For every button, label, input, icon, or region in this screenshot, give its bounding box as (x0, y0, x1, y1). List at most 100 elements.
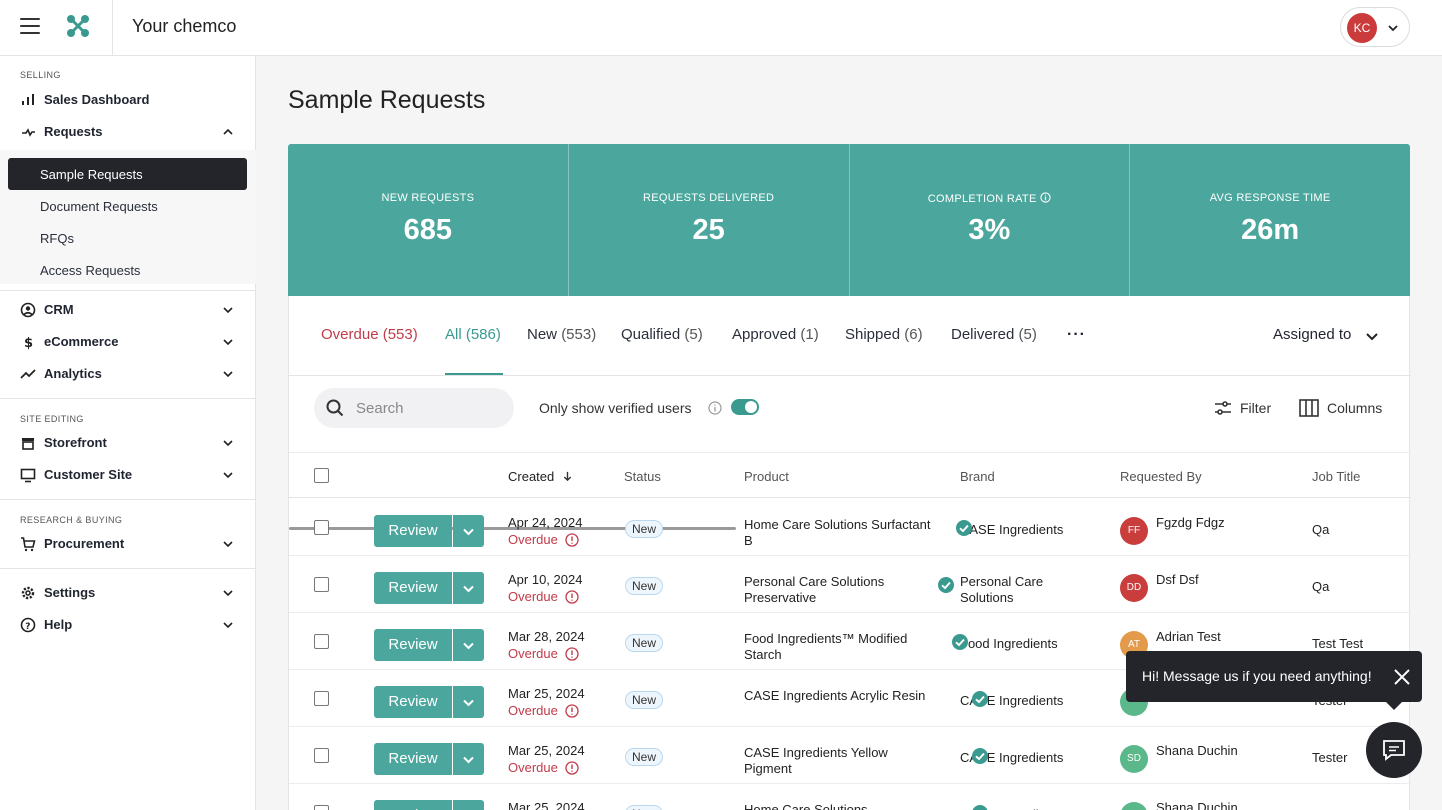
tab-delivered[interactable]: Delivered (5) (951, 326, 1037, 343)
storefront-icon (22, 438, 34, 450)
chevron-down-icon (223, 590, 233, 597)
row-checkbox[interactable] (314, 691, 329, 706)
sidebar-item-procurement[interactable]: Procurement (20, 532, 238, 556)
sidebar-item-customer-site[interactable]: Customer Site (20, 463, 238, 487)
tab-count: (6) (904, 326, 923, 343)
company-logo-icon[interactable] (64, 12, 92, 40)
info-icon[interactable] (1040, 192, 1051, 203)
review-dropdown-button[interactable] (453, 800, 484, 810)
assigned-to-dropdown[interactable]: Assigned to (1273, 326, 1351, 343)
tooltip-arrow (1386, 702, 1402, 710)
sidebar-subitem-rfqs[interactable]: RFQs (8, 222, 247, 254)
section-label-research-buying: RESEARCH & BUYING (20, 515, 123, 525)
hamburger-menu-icon[interactable] (20, 18, 40, 34)
row-checkbox[interactable] (314, 634, 329, 649)
columns-button[interactable]: Columns (1299, 398, 1389, 418)
search-input[interactable] (356, 398, 506, 418)
chevron-up-icon (223, 128, 233, 135)
review-dropdown-button[interactable] (453, 629, 484, 661)
sidebar-item-sales-dashboard[interactable]: Sales Dashboard (20, 88, 238, 112)
sidebar-subitem-access-requests[interactable]: Access Requests (8, 254, 247, 286)
sidebar-divider (0, 499, 256, 500)
section-label-site-editing: SITE EDITING (20, 414, 84, 424)
overdue-info-icon[interactable] (565, 761, 579, 775)
table-row[interactable]: ReviewMar 25, 2024OverdueNewHome Care So… (289, 784, 1411, 810)
requester-name[interactable]: Dsf Dsf (1156, 572, 1199, 587)
table-row[interactable]: Review Apr 24, 2024 Overdue New Home Care So… (289, 499, 1411, 556)
sidebar-item-crm[interactable]: CRM (20, 298, 238, 322)
tab-all[interactable]: All (586) (445, 326, 501, 343)
tab-qualified[interactable]: Qualified (5) (621, 326, 703, 343)
column-header-brand[interactable]: Brand (960, 469, 995, 484)
overdue-info-icon[interactable] (565, 704, 579, 718)
column-header-product[interactable]: Product (744, 469, 789, 484)
overdue-label: Overdue (508, 646, 558, 661)
tab-approved[interactable]: Approved (1) (732, 326, 819, 343)
requester-name[interactable]: Adrian Test (1156, 629, 1221, 644)
tab-overdue[interactable]: Overdue (553) (321, 326, 418, 343)
column-header-job-title[interactable]: Job Title (1312, 469, 1360, 484)
sidebar-subitem-sample-requests[interactable]: Sample Requests (8, 158, 247, 190)
sidebar-item-requests[interactable]: Requests (20, 120, 238, 144)
chevron-down-icon (1388, 25, 1398, 32)
overdue-info-icon[interactable] (565, 533, 579, 547)
user-menu-button[interactable]: KC (1340, 7, 1410, 47)
requester-name[interactable]: Fgzdg Fdgz (1156, 515, 1225, 530)
row-checkbox[interactable] (314, 577, 329, 592)
stat-label: NEW REQUESTS (381, 192, 475, 204)
chevron-down-icon[interactable] (1365, 329, 1379, 343)
verified-badge-icon (972, 691, 988, 707)
filter-label: Filter (1240, 400, 1272, 416)
job-title: Test Test (1312, 636, 1364, 651)
review-dropdown-button[interactable] (453, 572, 484, 604)
close-icon[interactable] (1393, 668, 1411, 686)
requests-panel: Overdue (553) All (586) New (553) Qualif… (288, 296, 1411, 810)
requester-name[interactable]: Shana Duchin (1156, 800, 1238, 810)
more-tabs-button[interactable]: ··· (1067, 326, 1086, 344)
row-checkbox[interactable] (314, 520, 329, 535)
sidebar-divider (0, 568, 256, 569)
sidebar-item-ecommerce[interactable]: $ eCommerce (20, 330, 238, 354)
verified-users-toggle[interactable] (731, 399, 759, 415)
review-button[interactable]: Review (374, 800, 452, 810)
sidebar-item-help[interactable]: ? Help (20, 613, 238, 637)
brand-name: Personal Care Solutions (960, 574, 1044, 605)
sidebar-item-settings[interactable]: Settings (20, 581, 238, 605)
row-checkbox[interactable] (314, 805, 329, 810)
search-box[interactable] (314, 388, 514, 428)
select-all-checkbox[interactable] (314, 468, 329, 483)
row-checkbox[interactable] (314, 748, 329, 763)
product-name: Home Care Solutions (744, 802, 868, 810)
table-row[interactable]: Review Apr 10, 2024 Overdue New Personal Car… (289, 556, 1411, 613)
overdue-info-icon[interactable] (565, 590, 579, 604)
review-button[interactable]: Review (374, 686, 452, 718)
review-dropdown-button[interactable] (453, 515, 484, 547)
overdue-info-icon[interactable] (565, 647, 579, 661)
review-button[interactable]: Review (374, 572, 452, 604)
sidebar-item-label: eCommerce (44, 334, 119, 349)
table-row[interactable]: Review Mar 25, 2024 Overdue New CASE Ingredi… (289, 727, 1411, 784)
tab-shipped[interactable]: Shipped (6) (845, 326, 923, 343)
chat-button[interactable] (1366, 722, 1422, 778)
review-dropdown-button[interactable] (453, 686, 484, 718)
sidebar-item-analytics[interactable]: Analytics (20, 362, 238, 386)
column-header-status[interactable]: Status (624, 469, 661, 484)
review-dropdown-button[interactable] (453, 743, 484, 775)
tab-new[interactable]: New (553) (527, 326, 596, 343)
chevron-down-icon (223, 622, 233, 629)
chat-tooltip-text: Hi! Message us if you need anything! (1142, 668, 1372, 684)
column-header-created[interactable]: Created (508, 469, 573, 484)
verified-badge-icon (972, 805, 988, 810)
column-header-requested-by[interactable]: Requested By (1120, 469, 1202, 484)
sidebar-item-storefront[interactable]: Storefront (20, 431, 238, 455)
sidebar-subitem-document-requests[interactable]: Document Requests (8, 190, 247, 222)
requester-name[interactable]: Shana Duchin (1156, 743, 1238, 758)
review-button[interactable]: Review (374, 629, 452, 661)
columns-icon (1299, 399, 1319, 417)
page-title: Sample Requests (288, 86, 486, 114)
review-button[interactable]: Review (374, 515, 452, 547)
info-icon[interactable] (708, 401, 722, 415)
review-button[interactable]: Review (374, 743, 452, 775)
topbar-divider (112, 0, 113, 56)
tab-label: All (445, 326, 462, 343)
